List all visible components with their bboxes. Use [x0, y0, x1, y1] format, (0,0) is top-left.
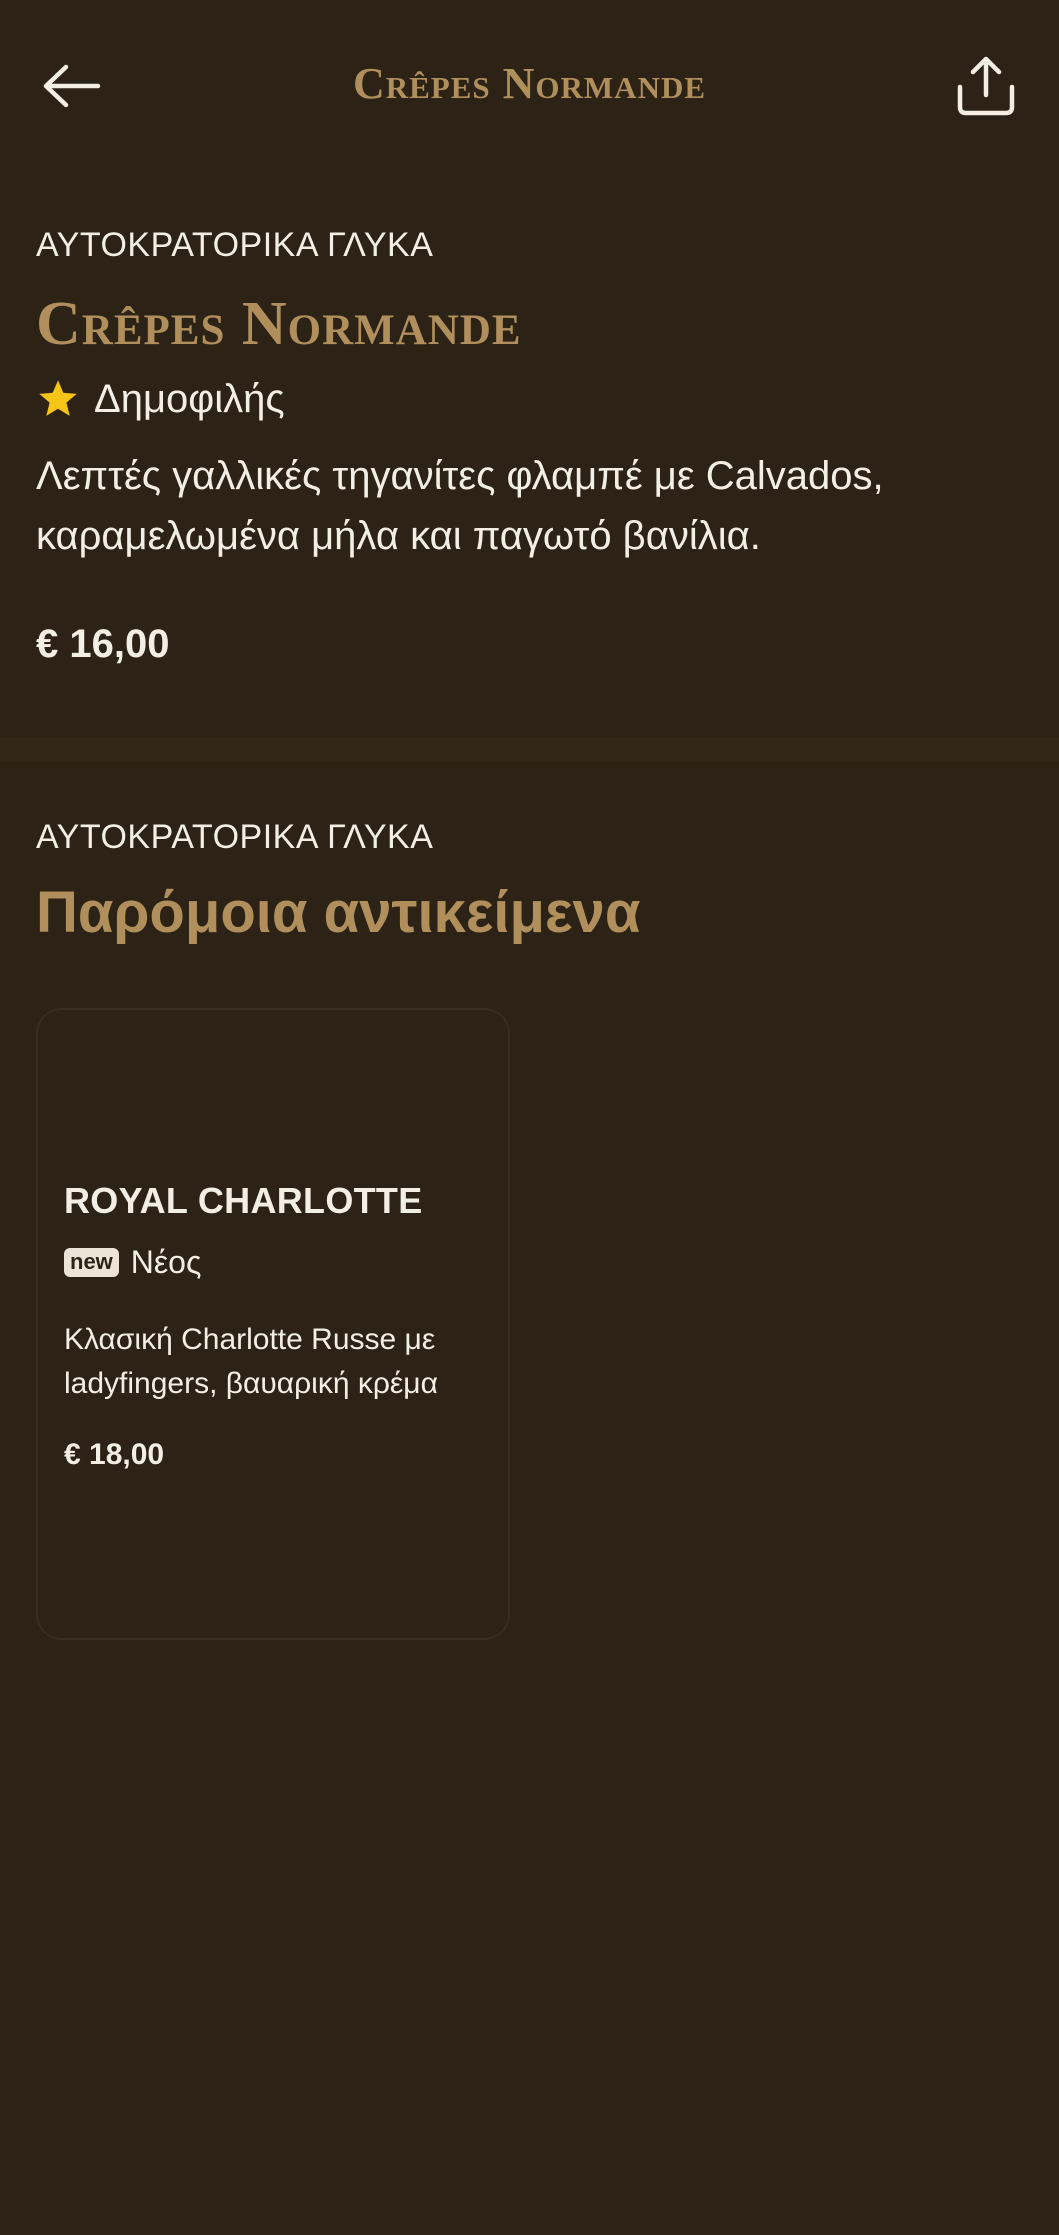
header-title: Crêpes Normande: [352, 59, 707, 108]
star-icon: [36, 377, 80, 421]
card-badge-label: Νέος: [130, 1244, 202, 1280]
badge-label: Δημοφιλής: [94, 376, 285, 421]
popular-badge: Δημοφιλής: [36, 374, 1026, 424]
similar-item-card[interactable]: ROYAL CHARLOTTE new Νέος Κλασική Charlot…: [36, 1008, 510, 1640]
similar-title: Παρόμοια αντικείμενα: [36, 880, 641, 945]
similar-category: ΑΥΤΟΚΡΑΤΟΡΙΚΑ ΓΛΥΚΑ: [36, 818, 434, 856]
share-icon: [957, 56, 1015, 116]
card-description: Κλασική Charlotte Russe με ladyfingers, …: [64, 1323, 438, 1400]
item-detail: ΑΥΤΟΚΡΑΤΟΡΙΚΑ ΓΛΥΚΑ Crêpes Normande Δημο…: [36, 222, 1026, 667]
share-button[interactable]: [950, 46, 1022, 126]
item-category: ΑΥΤΟΚΡΑΤΟΡΙΚΑ ΓΛΥΚΑ: [36, 226, 434, 264]
new-badge: new Νέος: [64, 1244, 201, 1281]
new-pill: new: [64, 1248, 119, 1277]
item-title: Crêpes Normande: [36, 290, 522, 358]
card-price: € 18,00: [64, 1438, 165, 1471]
item-price: € 16,00: [36, 622, 170, 666]
section-divider: [0, 738, 1059, 762]
similar-section: ΑΥΤΟΚΡΑΤΟΡΙΚΑ ΓΛΥΚΑ Παρόμοια αντικείμενα: [36, 814, 1026, 948]
app-header: Crêpes Normande: [0, 0, 1059, 170]
item-description: Λεπτές γαλλικές τηγανίτες φλαμπέ με Calv…: [36, 454, 884, 558]
card-title: ROYAL CHARLOTTE: [64, 1180, 423, 1221]
